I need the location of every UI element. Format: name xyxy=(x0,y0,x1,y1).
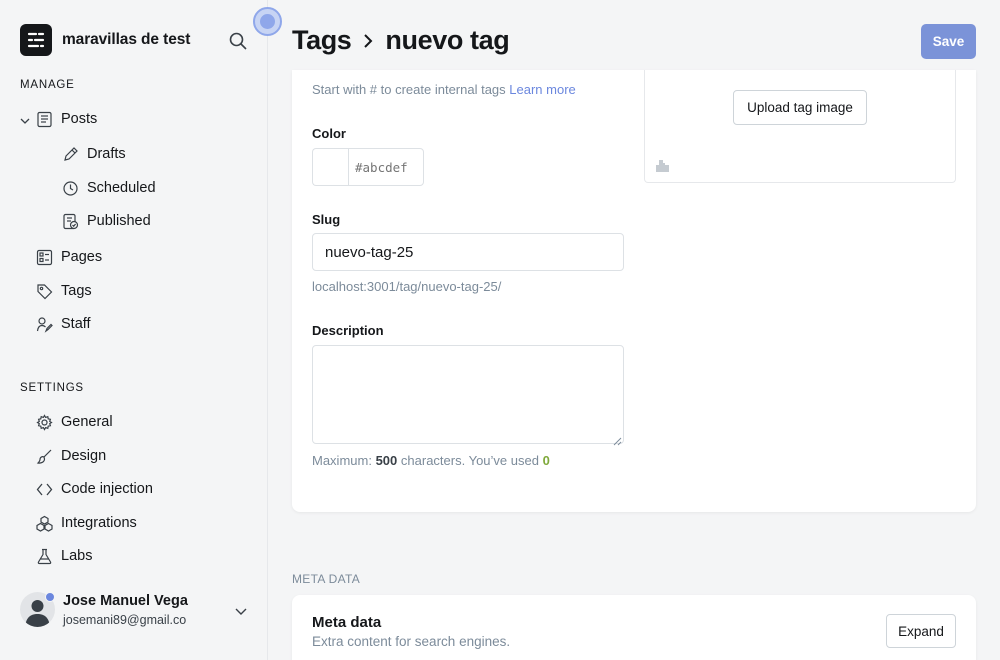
staff-icon xyxy=(35,315,53,333)
sidebar-item-integrations[interactable]: Integrations xyxy=(35,514,137,532)
integrations-icon xyxy=(35,514,53,532)
user-email: josemani89@gmail.co xyxy=(63,613,187,627)
brush-icon xyxy=(35,447,53,465)
clock-icon xyxy=(61,179,79,197)
meta-data-section-label: META DATA xyxy=(292,572,361,586)
chevron-down-icon[interactable] xyxy=(234,604,248,623)
sidebar-item-label: Published xyxy=(87,213,151,229)
slug-url-preview: localhost:3001/tag/nuevo-tag-25/ xyxy=(312,279,502,294)
sidebar-item-label: Code injection xyxy=(61,481,153,497)
breadcrumb-tags[interactable]: Tags xyxy=(292,25,352,56)
tag-icon xyxy=(35,282,53,300)
sidebar-item-label: Drafts xyxy=(87,146,126,162)
sidebar-item-label: Posts xyxy=(61,111,98,127)
color-label: Color xyxy=(312,126,346,141)
cursor-indicator xyxy=(253,7,282,36)
published-icon xyxy=(61,212,79,230)
upload-tag-image-button[interactable]: Upload tag image xyxy=(733,90,867,125)
resize-grip-icon[interactable] xyxy=(613,433,622,451)
image-placeholder-icon xyxy=(655,158,670,178)
sidebar-item-published[interactable]: Published xyxy=(61,212,151,230)
expand-button[interactable]: Expand xyxy=(886,614,956,648)
sidebar-item-drafts[interactable]: Drafts xyxy=(61,145,126,163)
sidebar-item-pages[interactable]: Pages xyxy=(35,248,102,266)
description-textarea[interactable] xyxy=(312,345,624,444)
sidebar-item-label: Scheduled xyxy=(87,180,156,196)
sidebar-item-label: Integrations xyxy=(61,515,137,531)
site-name: maravillas de test xyxy=(62,31,191,48)
brand[interactable]: maravillas de test xyxy=(20,24,190,56)
counter-mid: characters. You’ve used xyxy=(400,453,539,468)
chevron-down-icon[interactable] xyxy=(19,114,31,126)
learn-more-link[interactable]: Learn more xyxy=(509,82,575,97)
gear-icon xyxy=(35,413,53,431)
page-title: Tags nuevo tag xyxy=(292,25,510,56)
meta-data-card xyxy=(292,595,976,660)
flask-icon xyxy=(35,547,53,565)
sidebar-item-posts[interactable]: Posts xyxy=(35,110,97,128)
settings-section-label: SETTINGS xyxy=(20,382,84,394)
sidebar-item-code-injection[interactable]: Code injection xyxy=(35,480,153,498)
hint-text: Start with # to create internal tags xyxy=(312,82,506,97)
description-label: Description xyxy=(312,323,384,338)
counter-max: 500 xyxy=(375,453,398,468)
pencil-icon xyxy=(61,145,79,163)
posts-icon xyxy=(35,110,53,128)
slug-label: Slug xyxy=(312,212,341,227)
sidebar: maravillas de test MANAGE Posts Drafts S… xyxy=(0,0,268,660)
chevron-right-icon xyxy=(361,32,375,50)
sidebar-item-tags[interactable]: Tags xyxy=(35,282,92,300)
sidebar-item-label: Labs xyxy=(61,548,93,564)
slug-input[interactable] xyxy=(312,233,624,271)
tag-image-dropzone[interactable] xyxy=(644,70,956,183)
sidebar-item-general[interactable]: General xyxy=(35,413,113,431)
search-icon[interactable] xyxy=(228,31,248,51)
sidebar-item-label: Tags xyxy=(61,283,92,299)
sidebar-item-label: Design xyxy=(61,448,107,464)
user-name: Jose Manuel Vega xyxy=(63,593,188,609)
sidebar-item-design[interactable]: Design xyxy=(35,447,106,465)
meta-data-subtitle: Extra content for search engines. xyxy=(312,634,511,649)
sidebar-item-scheduled[interactable]: Scheduled xyxy=(61,179,156,197)
color-input[interactable] xyxy=(348,148,424,186)
sidebar-item-labs[interactable]: Labs xyxy=(35,547,92,565)
meta-data-title: Meta data xyxy=(312,614,382,631)
color-swatch[interactable] xyxy=(312,148,349,186)
pages-icon xyxy=(35,248,53,266)
ghost-logo-icon xyxy=(20,24,52,56)
sidebar-item-label: Staff xyxy=(61,316,91,332)
code-icon xyxy=(35,480,53,498)
sidebar-item-label: General xyxy=(61,414,113,430)
sidebar-item-label: Pages xyxy=(61,249,103,265)
description-counter: Maximum: 500 characters. You’ve used 0 xyxy=(312,453,550,468)
sidebar-item-staff[interactable]: Staff xyxy=(35,315,91,333)
save-button[interactable]: Save xyxy=(921,24,976,59)
internal-tags-hint: Start with # to create internal tags Lea… xyxy=(312,82,576,97)
counter-used: 0 xyxy=(542,453,550,468)
user-menu[interactable]: Jose Manuel Vega josemani89@gmail.co xyxy=(20,590,260,634)
status-dot xyxy=(45,592,55,602)
tag-title: nuevo tag xyxy=(385,25,510,55)
counter-prefix: Maximum: xyxy=(312,453,372,468)
manage-section-label: MANAGE xyxy=(20,79,75,91)
